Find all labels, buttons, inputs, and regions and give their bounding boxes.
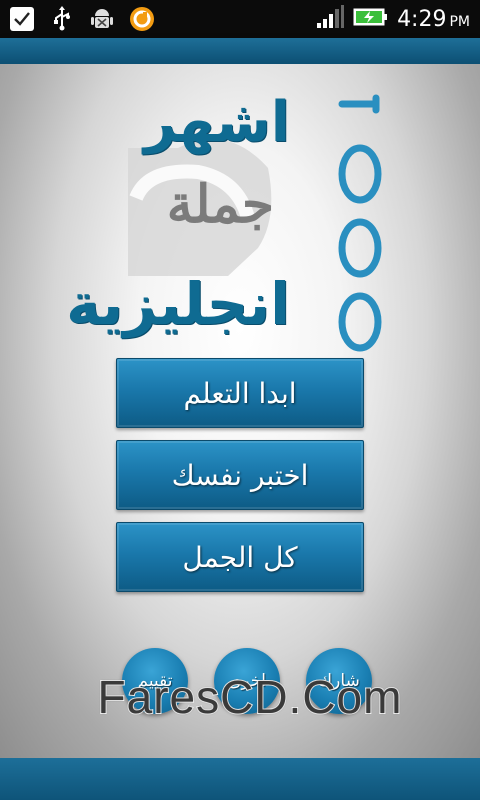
test-yourself-button[interactable]: اختبر نفسك <box>116 440 364 510</box>
start-learning-button[interactable]: ابدا التعلم <box>116 358 364 428</box>
signal-icon <box>315 5 345 33</box>
logo-line-middle: جملة <box>166 174 274 235</box>
android-debug-icon <box>88 5 116 33</box>
status-bar: 4:29 PM <box>0 0 480 38</box>
checkbox-notification-icon <box>8 5 36 33</box>
all-sentences-button[interactable]: كل الجمل <box>116 522 364 592</box>
clock-time: 4:29 <box>397 6 447 32</box>
logo-number-text: 1000 <box>336 94 377 98</box>
app-top-bar <box>0 38 480 64</box>
notification-icons <box>8 5 156 33</box>
logo-line-top: اشهر <box>143 90 290 155</box>
watermark-text: FaresCD.Com <box>97 670 403 724</box>
main-content: اشهر جملة انجليزية 1000 ابدا التعلم اختب… <box>0 64 480 758</box>
usb-icon <box>48 5 76 33</box>
clock: 4:29 PM <box>397 7 470 32</box>
logo-number-1000: 1000 <box>336 94 382 352</box>
battery-charging-icon <box>353 6 389 32</box>
logo-line-bottom: انجليزية <box>66 270 290 338</box>
app-notification-icon <box>128 5 156 33</box>
app-bottom-bar <box>0 758 480 800</box>
clock-ampm: PM <box>449 13 470 30</box>
system-icons: 4:29 PM <box>315 0 470 38</box>
